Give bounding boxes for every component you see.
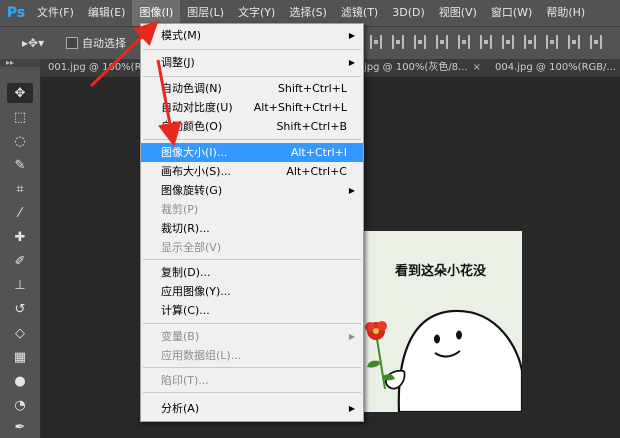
- align-right-icon[interactable]: [414, 35, 426, 49]
- menu-separator: [143, 259, 361, 260]
- menu-item-auto-tone[interactable]: 自动色调(N) Shift+Ctrl+L: [141, 79, 363, 98]
- menu-item-apply-data-set: 应用数据组(L)...: [161, 349, 242, 362]
- menu-item-image-size[interactable]: 图像大小(I)... Alt+Ctrl+I: [141, 143, 363, 162]
- menu-help[interactable]: 帮助(H): [539, 0, 592, 26]
- menu-item-trap: 陷印(T)...: [161, 374, 209, 387]
- menu-item-image-rotation[interactable]: 图像旋转(G) ▶: [141, 181, 363, 200]
- eraser-tool-icon[interactable]: ◇: [7, 323, 33, 343]
- auto-align-icon[interactable]: [568, 35, 580, 49]
- menu-separator: [143, 139, 361, 140]
- menu-separator: [143, 392, 361, 393]
- eyedropper-tool-icon[interactable]: ⁄: [7, 203, 33, 223]
- distribute-left-icon[interactable]: [502, 35, 514, 49]
- menu-item-auto-contrast[interactable]: 自动对比度(U) Alt+Shift+Ctrl+L: [141, 98, 363, 117]
- crop-tool-icon[interactable]: ⌗: [7, 179, 33, 199]
- move-tool-preset-icon[interactable]: ▸✥▾: [22, 36, 48, 50]
- tab-label: jpg @ 100%(灰色/8...: [364, 62, 468, 73]
- distribute-top-icon[interactable]: [436, 35, 448, 49]
- menu-item-duplicate[interactable]: 复制(D)...: [141, 263, 363, 282]
- align-buttons: [370, 35, 602, 49]
- menu-separator: [143, 367, 361, 368]
- submenu-arrow-icon: ▶: [348, 404, 355, 413]
- blur-tool-icon[interactable]: ●: [7, 371, 33, 391]
- history-brush-tool-icon[interactable]: ↺: [7, 299, 33, 319]
- align-extra-icon[interactable]: [590, 35, 602, 49]
- document-image[interactable]: 看到这朵小花没: [359, 231, 522, 412]
- close-icon[interactable]: ×: [473, 62, 481, 73]
- marquee-tool-icon[interactable]: ⬚: [7, 107, 33, 127]
- menu-separator: [143, 76, 361, 77]
- auto-select-checkbox[interactable]: [66, 37, 78, 49]
- distribute-right-icon[interactable]: [546, 35, 558, 49]
- menu-item-variables: 变量(B) ▶: [141, 327, 363, 346]
- healing-brush-tool-icon[interactable]: ✚: [7, 227, 33, 247]
- brush-tool-icon[interactable]: ✐: [7, 251, 33, 271]
- tab-004[interactable]: 004.jpg @ 100%(RGB/...×: [487, 59, 620, 77]
- tab-label: 004.jpg @ 100%(RGB/...: [495, 62, 617, 73]
- menu-item-apply-image[interactable]: 应用图像(Y)...: [141, 282, 363, 301]
- menu-edit[interactable]: 编辑(E): [81, 0, 133, 26]
- menu-item-adjustments[interactable]: 调整(J) ▶: [141, 53, 363, 72]
- submenu-arrow-icon: ▶: [348, 186, 355, 195]
- menu-item-mode[interactable]: 模式(M) ▶: [141, 26, 363, 45]
- menu-separator: [143, 49, 361, 50]
- image-menu-dropdown: 模式(M) ▶ 调整(J) ▶ 自动色调(N) Shift+Ctrl+L 自动对…: [140, 23, 364, 422]
- menu-item-analysis[interactable]: 分析(A) ▶: [141, 399, 363, 418]
- distribute-bottom-icon[interactable]: [480, 35, 492, 49]
- menu-item-trim[interactable]: 裁切(R)...: [141, 219, 363, 238]
- auto-select-label: 自动选择: [82, 37, 126, 50]
- tab-001[interactable]: 001.jpg @ 100%(RG: [40, 59, 148, 77]
- pen-tool-icon[interactable]: ✒: [7, 417, 33, 437]
- dodge-tool-icon[interactable]: ◔: [7, 395, 33, 415]
- toolbar-grip[interactable]: ▸▸: [0, 58, 40, 67]
- gradient-tool-icon[interactable]: ▦: [7, 347, 33, 367]
- submenu-arrow-icon: ▶: [348, 58, 355, 67]
- submenu-arrow-icon: ▶: [348, 31, 355, 40]
- distribute-middle-icon[interactable]: [458, 35, 470, 49]
- clone-stamp-tool-icon[interactable]: ⊥: [7, 275, 33, 295]
- menu-item-reveal-all: 显示全部(V): [161, 241, 222, 254]
- menu-separator: [143, 323, 361, 324]
- menu-item-auto-color[interactable]: 自动颜色(O) Shift+Ctrl+B: [141, 117, 363, 136]
- menu-window[interactable]: 窗口(W): [484, 0, 539, 26]
- align-center-icon[interactable]: [392, 35, 404, 49]
- menu-view[interactable]: 视图(V): [432, 0, 484, 26]
- photoshop-logo: Ps: [6, 5, 26, 21]
- menu-item-canvas-size[interactable]: 画布大小(S)... Alt+Ctrl+C: [141, 162, 363, 181]
- move-tool-icon[interactable]: ✥: [7, 83, 33, 103]
- quick-select-tool-icon[interactable]: ✎: [7, 155, 33, 175]
- menu-item-calculations[interactable]: 计算(C)...: [141, 301, 363, 320]
- distribute-center-icon[interactable]: [524, 35, 536, 49]
- align-left-icon[interactable]: [370, 35, 382, 49]
- menu-3d[interactable]: 3D(D): [385, 0, 432, 26]
- cartoon-illustration: [365, 309, 522, 412]
- tools-panel: ✥ ⬚ ◌ ✎ ⌗ ⁄ ✚ ✐ ⊥ ↺ ◇ ▦ ● ◔ ✒: [0, 67, 41, 438]
- submenu-arrow-icon: ▶: [348, 332, 355, 341]
- lasso-tool-icon[interactable]: ◌: [7, 131, 33, 151]
- menu-item-crop: 裁剪(P): [161, 203, 199, 216]
- tab-label: 001.jpg @ 100%(RG: [48, 62, 148, 73]
- menu-file[interactable]: 文件(F): [30, 0, 81, 26]
